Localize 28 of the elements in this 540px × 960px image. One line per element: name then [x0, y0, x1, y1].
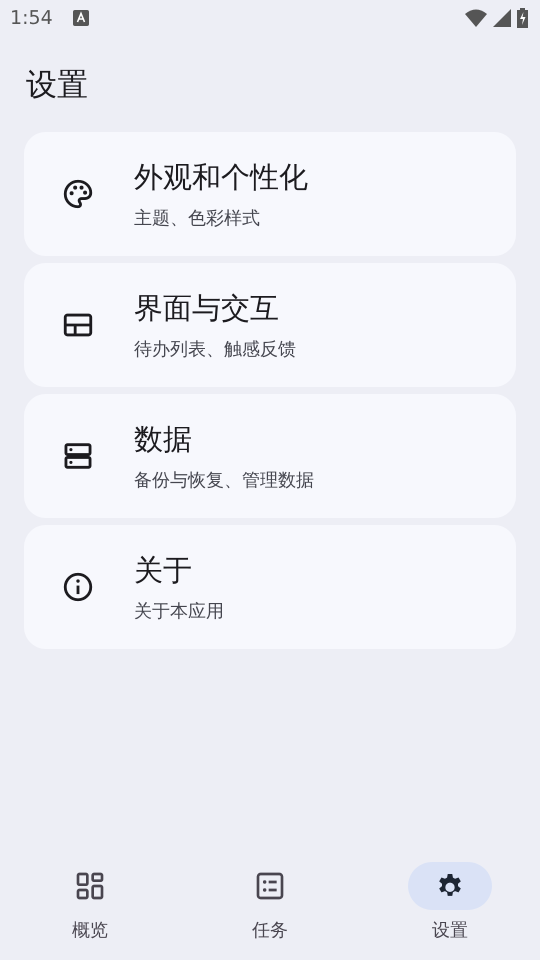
card-title: 数据 — [134, 421, 193, 458]
signal-icon — [493, 9, 511, 27]
battery-charging-icon — [517, 8, 528, 28]
wifi-icon — [465, 9, 487, 27]
nav-item[interactable]: 概览 — [0, 862, 180, 960]
card-title: 关于 — [134, 552, 193, 589]
card-subtitle: 关于本应用 — [134, 600, 224, 623]
card-subtitle: 备份与恢复、管理数据 — [134, 469, 314, 492]
info-icon — [61, 570, 95, 604]
nav-item[interactable]: 设置 — [360, 862, 540, 960]
dashboard-icon — [74, 870, 106, 902]
settings-card[interactable]: 界面与交互 待办列表、触感反馈 — [24, 263, 516, 387]
nav-item[interactable]: 任务 — [180, 862, 360, 960]
card-subtitle: 主题、色彩样式 — [134, 207, 261, 230]
nav-label: 概览 — [72, 919, 108, 942]
status-time: 1:54 — [10, 7, 53, 29]
card-subtitle: 待办列表、触感反馈 — [134, 338, 296, 361]
card-title: 外观和个性化 — [134, 159, 308, 196]
settings-card[interactable]: 数据 备份与恢复、管理数据 — [24, 394, 516, 518]
card-title: 界面与交互 — [134, 290, 280, 327]
page-title: 设置 — [26, 66, 89, 104]
settings-card[interactable]: 外观和个性化 主题、色彩样式 — [24, 132, 516, 256]
list-icon — [254, 870, 286, 902]
nav-label: 任务 — [252, 919, 288, 942]
keyboard-notification-icon — [72, 10, 89, 26]
nav-label: 设置 — [432, 919, 468, 942]
settings-card[interactable]: 关于 关于本应用 — [24, 525, 516, 649]
palette-icon — [61, 177, 95, 211]
